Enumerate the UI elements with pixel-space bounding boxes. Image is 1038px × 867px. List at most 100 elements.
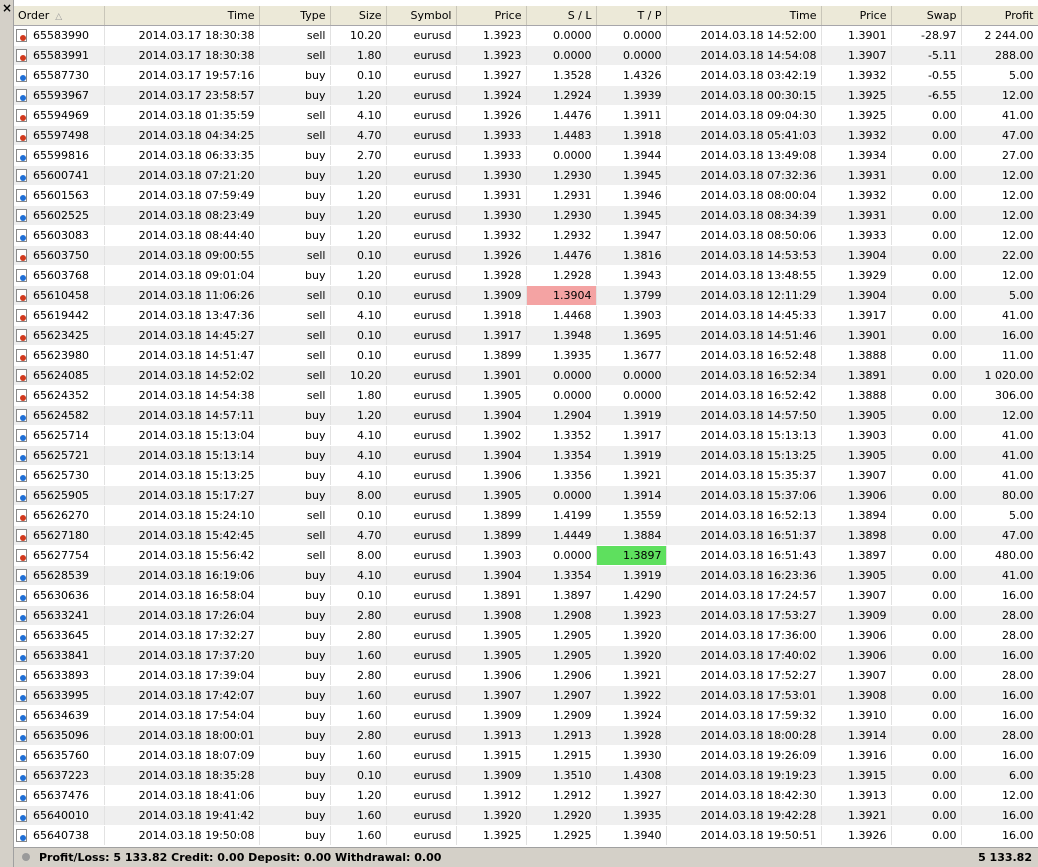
close-price-cell: 1.3932 [821,65,892,86]
table-row[interactable]: 65599816 2014.03.18 06:33:35 buy 2.70 eurusd… [14,145,1038,166]
table-row[interactable]: 65635760 2014.03.18 18:07:09 buy 1.60 eurusd… [14,745,1038,766]
table-row[interactable]: 65625714 2014.03.18 15:13:04 buy 4.10 eurusd… [14,425,1038,446]
column-header-take-profit[interactable]: T / P [596,6,667,26]
profit-cell: 12.00 [961,225,1038,246]
table-row[interactable]: 65603768 2014.03.18 09:01:04 buy 1.20 eurusd… [14,265,1038,286]
swap-cell: 0.00 [891,545,962,566]
table-row[interactable]: 65624352 2014.03.18 14:54:38 sell 1.80 eurus… [14,385,1038,406]
symbol-cell: eurusd [386,125,457,146]
table-row[interactable]: 65634639 2014.03.18 17:54:04 buy 1.60 eurusd… [14,705,1038,726]
open-time-cell: 2014.03.18 07:21:20 [104,165,260,186]
table-row[interactable]: 65619442 2014.03.18 13:47:36 sell 4.10 eurus… [14,305,1038,326]
table-header-row: Order △ Time Type Size Symbol Price S / L… [14,6,1038,26]
column-header-swap[interactable]: Swap [891,6,962,26]
table-row[interactable]: 65624085 2014.03.18 14:52:02 sell 10.20 euru… [14,365,1038,386]
size-cell: 1.60 [330,705,387,726]
order-cell: 65637476 [14,785,105,806]
table-row[interactable]: 65633645 2014.03.18 17:32:27 buy 2.80 eurusd… [14,625,1038,646]
table-row[interactable]: 65623980 2014.03.18 14:51:47 sell 0.10 eurus… [14,345,1038,366]
table-row[interactable]: 65630636 2014.03.18 16:58:04 buy 0.10 eurusd… [14,585,1038,606]
table-row[interactable]: 65637223 2014.03.18 18:35:28 buy 0.10 eurusd… [14,765,1038,786]
column-header-open-price[interactable]: Price [456,6,527,26]
stop-loss-cell: 1.3897 [526,585,597,606]
profit-cell: 27.00 [961,145,1038,166]
open-time-cell: 2014.03.18 16:58:04 [104,585,260,606]
close-time-cell: 2014.03.18 18:00:28 [666,725,822,746]
type-cell: buy [259,725,331,746]
table-row[interactable]: 65627180 2014.03.18 15:42:45 sell 4.70 eurus… [14,525,1038,546]
swap-cell: 0.00 [891,185,962,206]
table-row[interactable]: 65593967 2014.03.17 23:58:57 buy 1.20 eurusd… [14,85,1038,106]
swap-cell: 0.00 [891,665,962,686]
table-row[interactable]: 65628539 2014.03.18 16:19:06 buy 4.10 eurusd… [14,565,1038,586]
profit-cell: 16.00 [961,585,1038,606]
column-header-order[interactable]: Order △ [14,6,105,26]
stop-loss-cell: 1.2931 [526,185,597,206]
table-row[interactable]: 65625905 2014.03.18 15:17:27 buy 8.00 eurusd… [14,485,1038,506]
column-header-stop-loss[interactable]: S / L [526,6,597,26]
order-number: 65599816 [33,148,89,162]
take-profit-cell: 1.3919 [596,445,667,466]
table-row[interactable]: 65637476 2014.03.18 18:41:06 buy 1.20 eurusd… [14,785,1038,806]
table-row[interactable]: 65640010 2014.03.18 19:41:42 buy 1.60 eurusd… [14,805,1038,826]
table-row[interactable]: 65603083 2014.03.18 08:44:40 buy 1.20 eurusd… [14,225,1038,246]
table-row[interactable]: 65623425 2014.03.18 14:45:27 sell 0.10 eurus… [14,325,1038,346]
table-row[interactable]: 65602525 2014.03.18 08:23:49 buy 1.20 eurusd… [14,205,1038,226]
order-cell: 65610458 [14,285,105,306]
order-cell: 65625730 [14,465,105,486]
close-price-cell: 1.3897 [821,545,892,566]
table-row[interactable]: 65633995 2014.03.18 17:42:07 buy 1.60 eurusd… [14,685,1038,706]
close-price-cell: 1.3909 [821,605,892,626]
take-profit-cell: 1.3921 [596,665,667,686]
open-time-cell: 2014.03.17 19:57:16 [104,65,260,86]
stop-loss-cell: 0.0000 [526,45,597,66]
table-row[interactable]: 65625721 2014.03.18 15:13:14 buy 4.10 eurusd… [14,445,1038,466]
table-row[interactable]: 65583991 2014.03.17 18:30:38 sell 1.80 eurus… [14,45,1038,66]
size-cell: 4.10 [330,305,387,326]
column-header-type[interactable]: Type [259,6,331,26]
size-cell: 1.20 [330,205,387,226]
table-row[interactable]: 65603750 2014.03.18 09:00:55 sell 0.10 eurus… [14,245,1038,266]
order-number: 65628539 [33,568,89,582]
table-row[interactable]: 65583990 2014.03.17 18:30:38 sell 10.20 euru… [14,25,1038,46]
order-cell: 65633645 [14,625,105,646]
table-row[interactable]: 65594969 2014.03.18 01:35:59 sell 4.10 eurus… [14,105,1038,126]
column-header-close-price[interactable]: Price [821,6,892,26]
table-row[interactable]: 65600741 2014.03.18 07:21:20 buy 1.20 eurusd… [14,165,1038,186]
table-row[interactable]: 65610458 2014.03.18 11:06:26 sell 0.10 eurus… [14,285,1038,306]
table-row[interactable]: 65633841 2014.03.18 17:37:20 buy 1.60 eurusd… [14,645,1038,666]
order-cell: 65633241 [14,605,105,626]
table-row[interactable]: 65587730 2014.03.17 19:57:16 buy 0.10 eurusd… [14,65,1038,86]
size-cell: 4.10 [330,565,387,586]
column-header-profit[interactable]: Profit [961,6,1038,26]
swap-cell: -6.55 [891,85,962,106]
profit-cell: 11.00 [961,345,1038,366]
open-price-cell: 1.3931 [456,185,527,206]
buy-order-icon [16,669,27,683]
table-row[interactable]: 65624582 2014.03.18 14:57:11 buy 1.20 eurusd… [14,405,1038,426]
table-row[interactable]: 65625730 2014.03.18 15:13:25 buy 4.10 eurusd… [14,465,1038,486]
column-header-size[interactable]: Size [330,6,387,26]
take-profit-cell: 1.3935 [596,805,667,826]
table-row[interactable]: 65633241 2014.03.18 17:26:04 buy 2.80 eurusd… [14,605,1038,626]
table-row[interactable]: 65633893 2014.03.18 17:39:04 buy 2.80 eurusd… [14,665,1038,686]
table-row[interactable]: 65627754 2014.03.18 15:56:42 sell 8.00 eurus… [14,545,1038,566]
column-header-close-time[interactable]: Time [666,6,822,26]
swap-cell: 0.00 [891,585,962,606]
column-header-open-time[interactable]: Time [104,6,260,26]
table-row[interactable]: 65635096 2014.03.18 18:00:01 buy 2.80 eurusd… [14,725,1038,746]
buy-order-icon [16,169,27,183]
swap-cell: 0.00 [891,425,962,446]
table-row[interactable]: 65640738 2014.03.18 19:50:08 buy 1.60 eurusd… [14,825,1038,846]
close-time-cell: 2014.03.18 15:37:06 [666,485,822,506]
size-cell: 1.60 [330,825,387,846]
table-row[interactable]: 65601563 2014.03.18 07:59:49 buy 1.20 eurusd… [14,185,1038,206]
column-header-symbol[interactable]: Symbol [386,6,457,26]
swap-cell: 0.00 [891,565,962,586]
symbol-cell: eurusd [386,445,457,466]
symbol-cell: eurusd [386,305,457,326]
take-profit-cell: 1.3924 [596,705,667,726]
close-button[interactable]: × [0,0,14,16]
table-row[interactable]: 65626270 2014.03.18 15:24:10 sell 0.10 eurus… [14,505,1038,526]
table-row[interactable]: 65597498 2014.03.18 04:34:25 sell 4.70 eurus… [14,125,1038,146]
